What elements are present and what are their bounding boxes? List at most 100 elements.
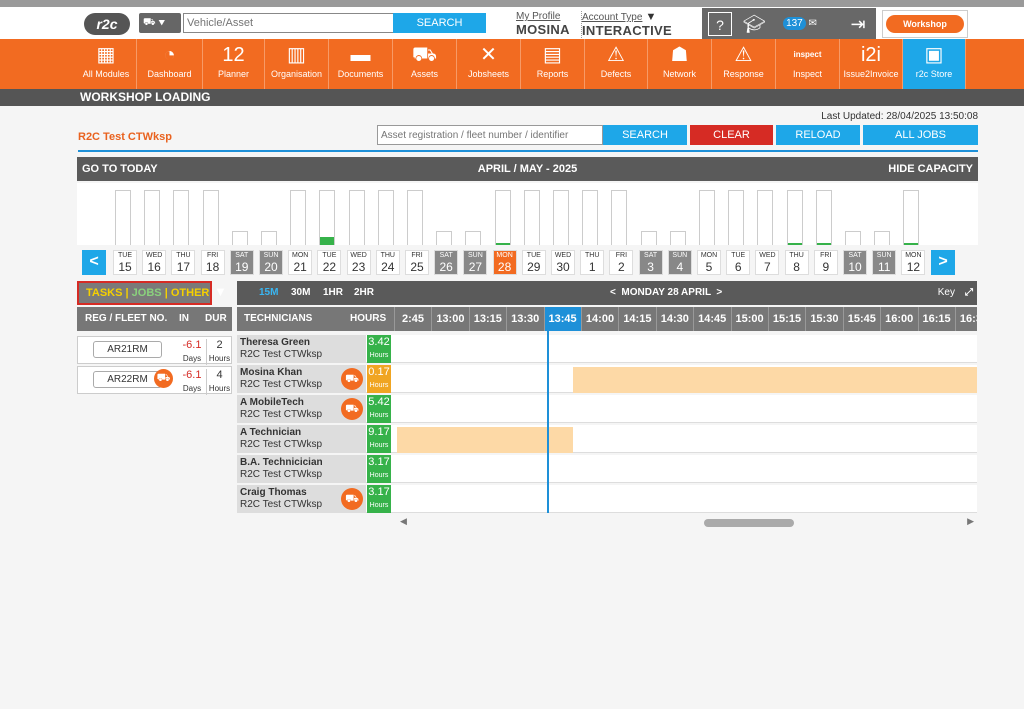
day-7[interactable]: WED 7 (755, 250, 780, 275)
nav-label: Organisation (270, 69, 323, 79)
day-27[interactable]: SUN 27 (463, 250, 488, 275)
nav-inspect[interactable]: inspect Inspect (776, 39, 840, 89)
timeline-date[interactable]: < MONDAY 28 APRIL > (610, 281, 722, 305)
account-type[interactable]: Account Type ▼ INTERACTIVE (581, 11, 672, 38)
table-row[interactable]: AR22RM ⛟ -6.1 Days 4 Hours (77, 366, 232, 395)
day-8[interactable]: THU 8 (784, 250, 809, 275)
vehicle-search-button[interactable]: SEARCH (393, 13, 486, 33)
nav-r2c-store[interactable]: ▣ r2c Store (903, 39, 966, 89)
day-4[interactable]: SUN 4 (667, 250, 692, 275)
day-label: FRI (411, 252, 423, 259)
technician-site: R2C Test CTWksp (240, 379, 323, 390)
technician-site: R2C Test CTWksp (240, 349, 323, 360)
filter-icon[interactable]: ▼ (214, 284, 227, 299)
technician-row[interactable]: B.A. Technicician R2C Test CTWksp 3.17 Hour… (237, 455, 977, 483)
days-unit: Days (182, 384, 202, 393)
search-button[interactable]: SEARCH (603, 125, 687, 145)
my-profile[interactable]: My Profile MOSINA (516, 11, 570, 37)
notifications-icon[interactable]: 137 ✉ (780, 12, 820, 36)
scroll-left-icon[interactable]: ◀ (400, 516, 407, 527)
nav-documents[interactable]: ▬ Documents (329, 39, 393, 89)
technician-row[interactable]: A MobileTech R2C Test CTWksp ⛟ 5.42 Hours (237, 395, 977, 423)
day-1[interactable]: THU 1 (580, 250, 605, 275)
r2c-logo[interactable]: r2c (84, 13, 130, 35)
scroll-right-icon[interactable]: ▶ (967, 516, 974, 527)
expand-icon[interactable]: ⤢ (965, 281, 973, 305)
day-28[interactable]: MON 28 (492, 250, 517, 275)
timeline-scrollbar[interactable]: ◀ ▶ (397, 516, 977, 530)
nav-dashboard[interactable]: ◔ Dashboard (137, 39, 203, 89)
nav-assets[interactable]: ⛟ Assets (393, 39, 457, 89)
day-number: 27 (468, 260, 483, 274)
reload-button[interactable]: RELOAD (776, 125, 860, 145)
reg-plate[interactable]: AR22RM (93, 371, 162, 388)
technician-row[interactable]: Theresa Green R2C Test CTWksp 3.42 Hours (237, 335, 977, 363)
day-23[interactable]: WED 23 (346, 250, 371, 275)
technician-row[interactable]: A Technician R2C Test CTWksp 9.17 Hours (237, 425, 977, 453)
account-type-link[interactable]: Account Type (582, 12, 642, 23)
nav-organisation[interactable]: ▥ Organisation (265, 39, 329, 89)
my-profile-link[interactable]: My Profile (516, 11, 570, 22)
day-24[interactable]: THU 24 (375, 250, 400, 275)
help-icon[interactable]: ? (708, 12, 732, 36)
zoom-15m[interactable]: 15M (259, 281, 278, 305)
tab-tasks[interactable]: TASKS (86, 287, 122, 299)
day-25[interactable]: FRI 25 (405, 250, 429, 275)
technician-row[interactable]: Craig Thomas R2C Test CTWksp ⛟ 3.17 Hours (237, 485, 977, 513)
technician-row[interactable]: Mosina Khan R2C Test CTWksp ⛟ 0.17 Hours (237, 365, 977, 393)
nav-network[interactable]: ☗ Network (648, 39, 712, 89)
day-26[interactable]: SAT 26 (434, 250, 459, 275)
day-3[interactable]: SAT 3 (638, 250, 663, 275)
nav-reports[interactable]: ▤ Reports (521, 39, 585, 89)
day-11[interactable]: SUN 11 (872, 250, 897, 275)
key-link[interactable]: Key (938, 281, 955, 305)
nav-jobsheets[interactable]: ✕ Jobsheets (457, 39, 521, 89)
zoom-2hr[interactable]: 2HR (354, 281, 374, 305)
capacity-fill (787, 243, 802, 245)
day-15[interactable]: TUE 15 (113, 250, 137, 275)
day-17[interactable]: THU 17 (171, 250, 196, 275)
nav-all-modules[interactable]: ▦ All Modules (76, 39, 137, 89)
logout-icon[interactable]: ⇥ (846, 12, 870, 36)
nav-planner[interactable]: 12 Planner (203, 39, 265, 89)
day-30[interactable]: WED 30 (551, 250, 575, 275)
table-row[interactable]: AR21RM -6.1 Days 2 Hours (77, 336, 232, 365)
vehicle-search-input[interactable] (183, 13, 394, 33)
zoom-1hr[interactable]: 1HR (323, 281, 343, 305)
day-2[interactable]: FRI 2 (609, 250, 634, 275)
tab-jobs[interactable]: JOBS (132, 287, 162, 299)
prev-days-button[interactable]: < (82, 250, 106, 275)
zoom-30m[interactable]: 30M (291, 281, 310, 305)
reg-plate[interactable]: AR21RM (93, 341, 162, 358)
scrollbar-thumb[interactable] (704, 519, 794, 527)
day-29[interactable]: TUE 29 (521, 250, 546, 275)
all-jobs-button[interactable]: ALL JOBS (863, 125, 978, 145)
asset-search-input[interactable] (377, 125, 603, 145)
day-label: FRI (206, 252, 219, 259)
day-number: 6 (734, 260, 742, 274)
day-21[interactable]: MON 21 (288, 250, 313, 275)
day-label: THU (789, 252, 804, 259)
day-5[interactable]: MON 5 (697, 250, 721, 275)
hide-capacity-button[interactable]: HIDE CAPACITY (888, 157, 973, 181)
asset-type-select[interactable]: ⛟ ▾ (139, 13, 181, 33)
day-label: WED (146, 252, 163, 259)
day-16[interactable]: WED 16 (142, 250, 167, 275)
graduation-cap-icon[interactable]: 🎓︎ (742, 12, 766, 36)
nav-issue2invoice[interactable]: i2i Issue2Invoice (840, 39, 903, 89)
day-22[interactable]: TUE 22 (317, 250, 342, 275)
folder-icon: ▬ (350, 44, 371, 66)
clear-button[interactable]: CLEAR (690, 125, 773, 145)
nav-defects[interactable]: ⚠ Defects (585, 39, 648, 89)
day-20[interactable]: SUN 20 (259, 250, 283, 275)
day-10[interactable]: SAT 10 (843, 250, 867, 275)
day-6[interactable]: TUE 6 (726, 250, 751, 275)
nav-response[interactable]: ⚠ Response (712, 39, 776, 89)
booking-block[interactable] (573, 367, 977, 393)
day-19[interactable]: SAT 19 (229, 250, 254, 275)
day-12[interactable]: MON 12 (901, 250, 926, 275)
day-18[interactable]: FRI 18 (200, 250, 225, 275)
day-9[interactable]: FRI 9 (813, 250, 838, 275)
next-days-button[interactable]: > (931, 250, 955, 275)
tab-other[interactable]: OTHER (171, 287, 210, 299)
